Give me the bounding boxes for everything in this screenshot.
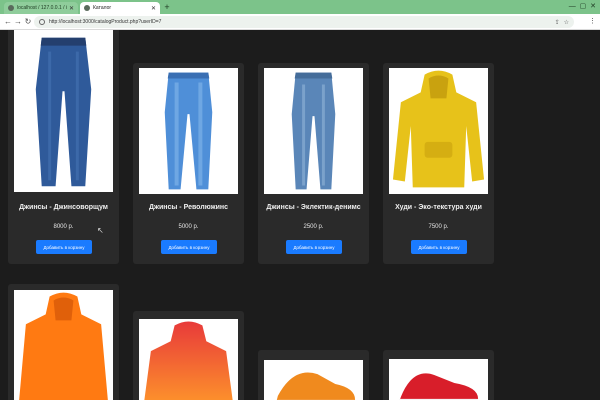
forward-arrow-icon[interactable]: → xyxy=(13,17,23,27)
add-to-cart-button[interactable]: Добавить в корзину xyxy=(161,240,217,254)
sneaker-red-icon xyxy=(399,373,479,400)
product-card: Джинсы - Эклектик-денимс 2500 р. Добавит… xyxy=(258,63,369,264)
product-image-jeans[interactable] xyxy=(14,30,113,192)
product-image-hoodie[interactable] xyxy=(139,319,238,400)
site-info-icon[interactable] xyxy=(39,19,45,25)
product-card: Худи - Эко-текстура худи 7500 р. Добавит… xyxy=(383,63,494,264)
back-arrow-icon[interactable]: ← xyxy=(3,17,13,27)
product-image-jeans[interactable] xyxy=(139,68,238,194)
product-name: Джинсы - Эклектик-денимс xyxy=(266,204,361,211)
tab-title: Каталог xyxy=(93,5,112,11)
new-tab-icon[interactable]: + xyxy=(162,2,172,12)
sneaker-orange-icon xyxy=(276,372,356,400)
site-favicon-icon xyxy=(8,5,14,11)
hoodie-yellow-icon xyxy=(392,70,485,188)
browser-tab-catalog[interactable]: Каталог ✕ xyxy=(80,2,160,14)
add-to-cart-button[interactable]: Добавить в корзину xyxy=(411,240,467,254)
share-icon[interactable]: ⇪ xyxy=(555,19,560,26)
product-price: 2500 р. xyxy=(303,224,324,230)
catalog-grid: Джинсы - Джинсоворщум 8000 р. Добавить в… xyxy=(0,30,600,400)
product-name: Худи - Эко-текстура худи xyxy=(395,204,482,211)
jeans-dark-icon xyxy=(35,37,92,187)
browser-menu-icon[interactable]: ⋮ xyxy=(589,17,596,25)
add-to-cart-button[interactable]: Добавить в корзину xyxy=(36,240,92,254)
product-name: Джинсы - Революжинс xyxy=(149,204,228,211)
mouse-cursor-icon: ↖ xyxy=(97,226,104,235)
product-image-hoodie[interactable] xyxy=(14,290,113,400)
product-price: 5000 р. xyxy=(178,224,199,230)
site-favicon-icon xyxy=(84,5,90,11)
product-card xyxy=(258,350,369,400)
tab-title: localhost / 127.0.0.1 / internetshop xyxy=(17,5,67,11)
address-bar[interactable]: http://localhost:3000/catalogProduct.php… xyxy=(34,16,574,28)
window-controls[interactable]: — ▢ ✕ xyxy=(569,2,596,10)
browser-tabstrip: localhost / 127.0.0.1 / internetshop ✕ К… xyxy=(0,0,600,14)
product-card xyxy=(8,284,119,400)
close-tab-icon[interactable]: ✕ xyxy=(151,5,156,12)
product-card: Джинсы - Революжинс 5000 р. Добавить в к… xyxy=(133,63,244,264)
add-to-cart-button[interactable]: Добавить в корзину xyxy=(286,240,342,254)
product-image-jeans[interactable] xyxy=(264,68,363,194)
hoodie-gradient-icon xyxy=(144,321,233,400)
bookmark-star-icon[interactable]: ☆ xyxy=(564,19,569,26)
browser-toolbar: ← → ↻ http://localhost:3000/catalogProdu… xyxy=(0,14,600,30)
product-image-hoodie[interactable] xyxy=(389,68,488,194)
product-name: Джинсы - Джинсоворщум xyxy=(19,204,108,211)
product-card xyxy=(383,350,494,400)
product-card xyxy=(133,311,244,400)
product-price: 7500 р. xyxy=(428,224,449,230)
product-image-sneaker[interactable] xyxy=(389,359,488,400)
close-tab-icon[interactable]: ✕ xyxy=(69,5,74,12)
product-image-sneaker[interactable] xyxy=(264,360,363,400)
hoodie-orange-icon xyxy=(19,292,108,400)
address-url[interactable]: http://localhost:3000/catalogProduct.php… xyxy=(49,19,551,25)
jeans-light-icon xyxy=(164,72,213,190)
reload-icon[interactable]: ↻ xyxy=(23,17,33,27)
browser-tab-phpmyadmin[interactable]: localhost / 127.0.0.1 / internetshop ✕ xyxy=(4,2,78,14)
jeans-medium-icon xyxy=(291,72,336,190)
